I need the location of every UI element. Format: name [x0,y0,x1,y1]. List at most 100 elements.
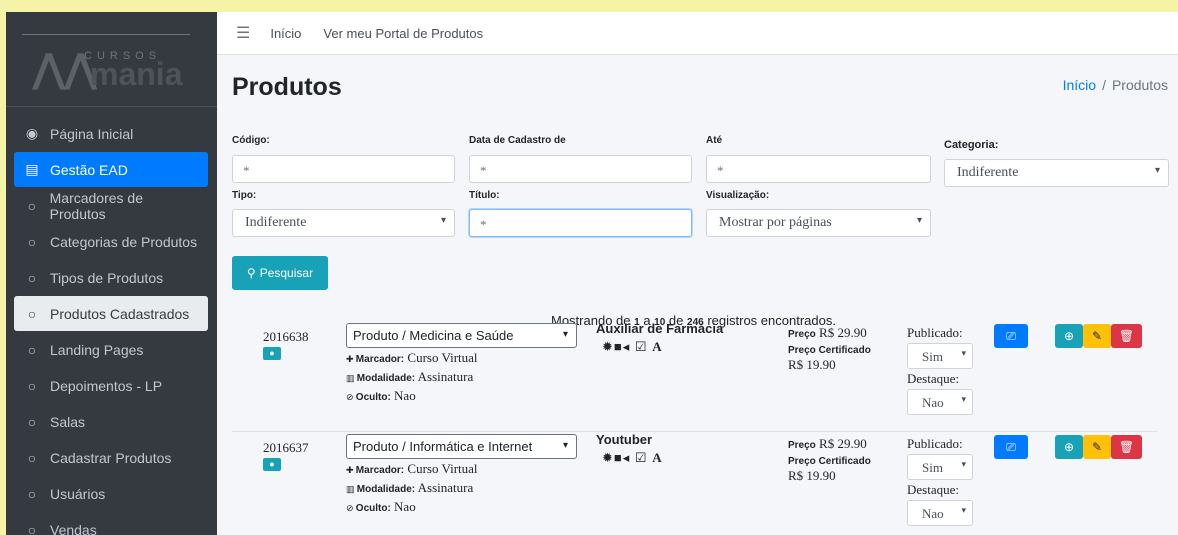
modalidade-line: ▥ Modalidade: Assinatura [346,480,473,496]
visualizacao-select[interactable]: Mostrar por páginas ▾ [706,209,931,237]
zoom-icon: ⊕ [1063,329,1075,343]
sidebar-item[interactable]: ◉ Página Inicial [14,116,208,151]
sidebar-item[interactable]: ○ Marcadores de Produtos [14,188,208,223]
nav-home-link[interactable]: Início [270,26,301,41]
edit-icon: ✎ [1091,440,1103,454]
tipo-select[interactable]: Indiferente ▾ [232,209,455,237]
video-icon: ■◂ [613,339,631,354]
chevron-down-icon: ▾ [961,459,966,469]
data-cadastro-label: Data de Cadastro de [469,135,566,146]
product-row: 2016637 ● Produto / Informática e Internet… [232,431,1157,535]
publicado-select[interactable]: Sim ▾ [907,454,973,480]
delete-button[interactable]: 🗑 [1111,324,1142,348]
circle-icon: ○ [27,413,37,430]
search-button[interactable]: ⚲ Pesquisar [232,256,328,290]
marcador-value: Curso Virtual [407,350,478,365]
codigo-input[interactable]: * [232,155,455,183]
sidebar-item[interactable]: ○ Tipos de Produtos [14,260,208,295]
ate-input[interactable]: * [706,155,931,183]
data-cadastro-input[interactable]: * [469,155,692,183]
price-key: Preço [788,329,816,340]
product-category-select[interactable]: Produto / Informática e Internet ▾ [346,434,577,459]
sidebar-item-label: Tipos de Produtos [50,269,164,286]
sidebar-item[interactable]: ○ Categorias de Produtos [14,224,208,259]
oculto-key: Oculto: [355,392,391,403]
nav-portal-link[interactable]: Ver meu Portal de Produtos [323,26,483,41]
breadcrumb-current: Produtos [1111,77,1168,93]
publicado-value: Sim [922,460,943,475]
eye-icon[interactable]: ● [263,347,281,360]
price-value: R$ 29.90 [819,325,867,340]
sidebar-item[interactable]: ○ Produtos Cadastrados [14,296,208,331]
edit-button[interactable]: ✎ [1083,324,1111,348]
circle-icon: ○ [27,233,37,250]
access-button[interactable]: ⎚ [994,435,1028,459]
visualizacao-value: Mostrar por páginas [719,215,832,230]
destaque-value: Nao [922,395,944,410]
delete-button[interactable]: 🗑 [1111,435,1142,459]
titulo-label: Título: [469,190,500,201]
trash-icon: 🗑 [1118,329,1135,343]
destaque-select[interactable]: Nao ▾ [907,500,973,526]
book-icon: ▤ [25,161,39,177]
product-code: 2016638 [263,329,309,344]
breadcrumb-home[interactable]: Início [1063,77,1096,93]
chevron-down-icon: ▾ [961,394,966,404]
circle-icon: ○ [27,485,37,502]
brand-logo[interactable]: ⋀⋀ CURSOS mania [6,12,217,107]
view-button[interactable]: ⊕ [1055,324,1083,348]
access-button[interactable]: ⎚ [994,324,1028,348]
destaque-select[interactable]: Nao ▾ [907,389,973,415]
sidebar-item[interactable]: ○ Cadastrar Produtos [14,440,208,475]
page-title: Produtos [232,73,342,101]
modalidade-key: Modalidade: [356,373,416,384]
chalkboard-icon: ⎚ [1006,329,1016,343]
sidebar: ⋀⋀ CURSOS mania ◉ Página Inicial ▤ Gestão E… [6,12,217,535]
sidebar-item-label: Página Inicial [50,125,134,142]
sidebar-item[interactable]: ○ Landing Pages [14,332,208,367]
price-value: R$ 29.90 [819,436,867,451]
topbar: ☰ Início Ver meu Portal de Produtos [217,12,1178,55]
cert-price-value: R$ 19.90 [788,357,836,372]
product-code: 2016637 [263,440,309,455]
marcador-key: Marcador: [355,465,405,476]
view-button[interactable]: ⊕ [1055,435,1083,459]
sidebar-item[interactable]: ○ Vendas [14,512,208,535]
chevron-down-icon: ▾ [562,329,568,340]
marcador-key: Marcador: [355,354,405,365]
eye-icon[interactable]: ● [263,458,281,471]
oculto-key: Oculto: [355,503,391,514]
cert-price-value: R$ 19.90 [788,468,836,483]
sidebar-item[interactable]: ▤ Gestão EAD [14,152,208,187]
tipo-label: Tipo: [232,190,257,201]
chalkboard-icon: ⎚ [1006,440,1016,454]
cert-price-key: Preço Certificado [788,345,871,356]
menu-toggle-icon[interactable]: ☰ [236,23,250,43]
font-icon: A [652,450,663,465]
titulo-input[interactable]: * [469,209,692,237]
product-title: Auxiliar de Farmácia [596,321,724,336]
sidebar-item[interactable]: ○ Depoimentos - LP [14,368,208,403]
product-price: Preço R$ 29.90 Preço Certificado R$ 19.90 [788,325,871,373]
certificate-icon: ✹ [602,450,614,465]
sidebar-item[interactable]: ○ Usuários [14,476,208,511]
sidebar-item-label: Depoimentos - LP [50,377,163,394]
font-icon: A [652,339,663,354]
sidebar-item-label: Marcadores de Produtos [49,189,144,222]
circle-icon: ○ [27,269,37,286]
codigo-label: Código: [232,135,270,146]
circle-icon: ○ [27,377,37,394]
edit-button[interactable]: ✎ [1083,435,1111,459]
sidebar-item-label: Produtos Cadastrados [50,305,190,322]
publicado-select[interactable]: Sim ▾ [907,343,973,369]
tachometer-icon: ◉ [25,125,39,141]
sidebar-item[interactable]: ○ Salas [14,404,208,439]
product-price: Preço R$ 29.90 Preço Certificado R$ 19.90 [788,436,871,484]
brand-main: mania [90,56,183,92]
main-content: Produtos Início / Produtos Código: * Data … [217,55,1178,535]
categoria-select[interactable]: Indiferente ▾ [944,159,1169,187]
checkbox-icon: ☑ [634,339,648,354]
sidebar-item-label: Categorias de Produtos [50,233,198,250]
product-feature-icons: ✹■◂ ☑ A [602,339,663,355]
product-category-select[interactable]: Produto / Medicina e Saúde ▾ [346,323,577,348]
